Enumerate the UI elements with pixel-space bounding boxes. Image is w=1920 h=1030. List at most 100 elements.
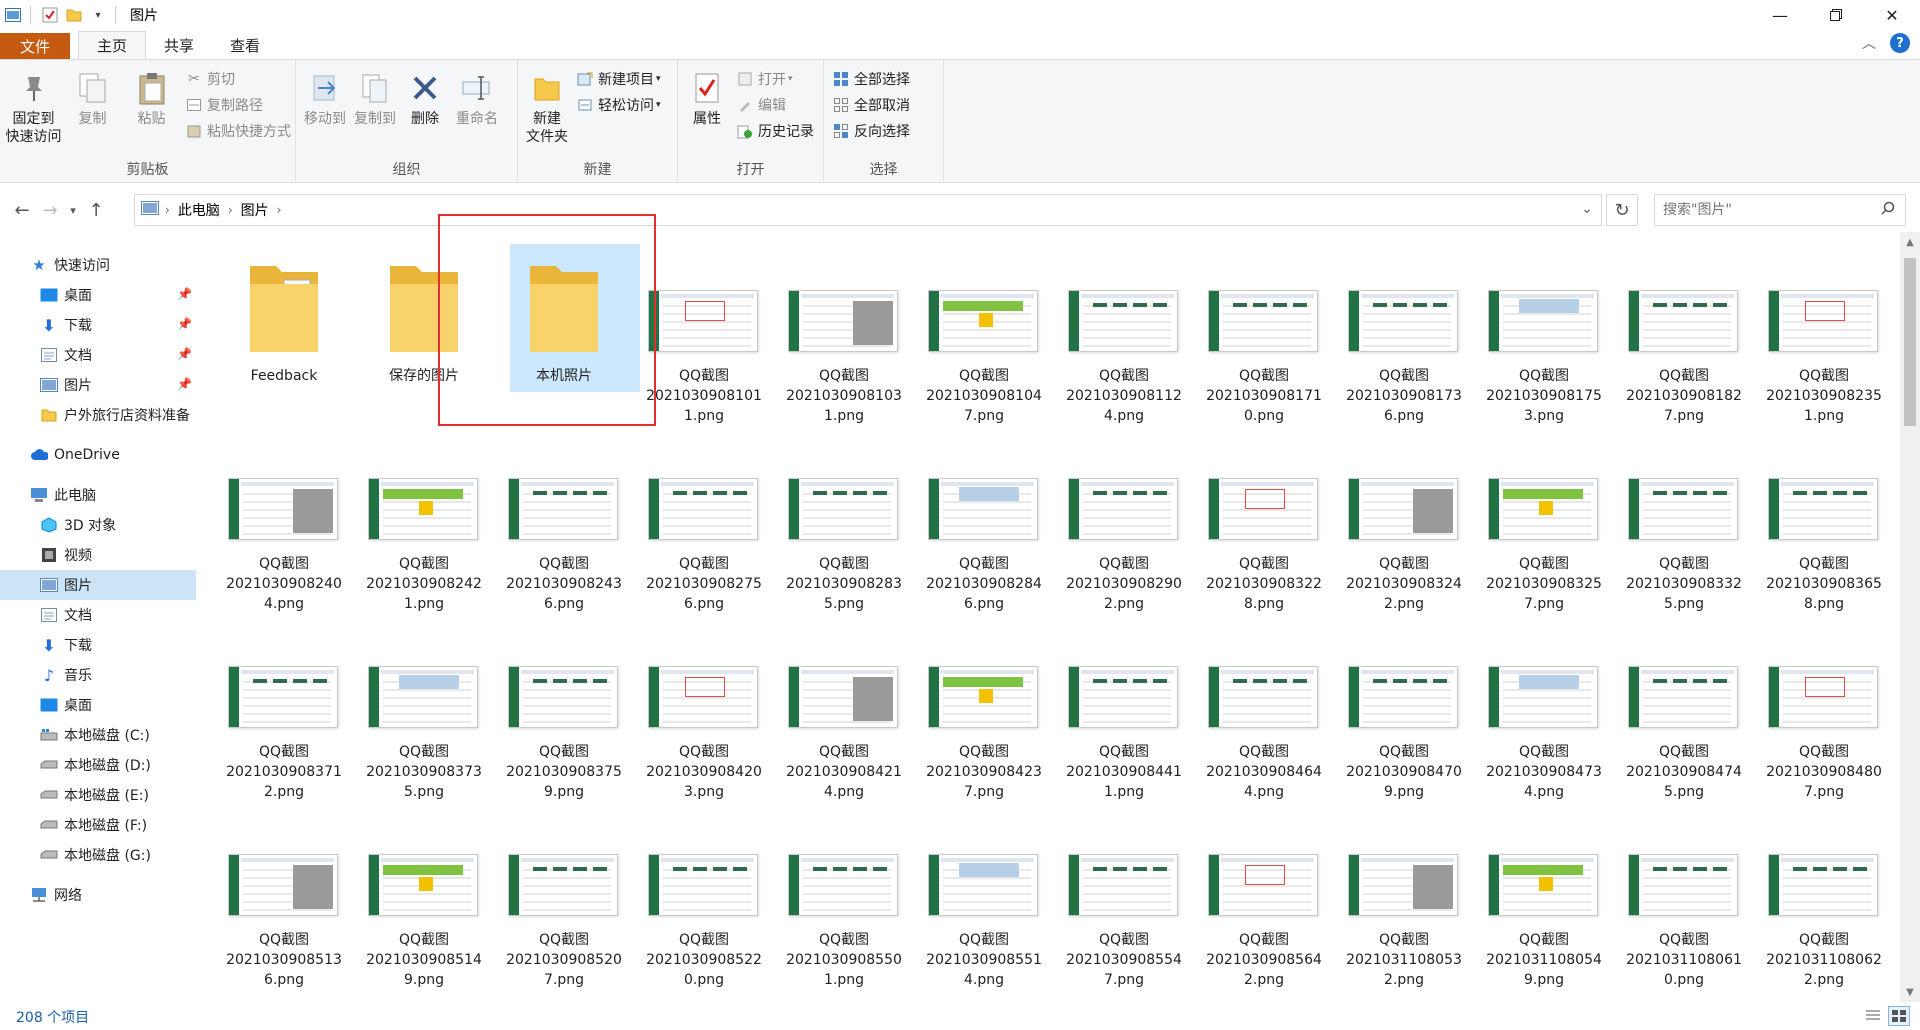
file-item[interactable]: QQ截图 2021030908275 6.png [634,432,774,620]
file-item[interactable]: QQ截图 2021030908171 0.png [1194,244,1334,432]
file-item[interactable]: QQ截图 2021030908371 2.png [214,620,354,808]
search-input[interactable] [1663,202,1863,218]
scrollbar-thumb[interactable] [1904,258,1916,426]
collapse-ribbon-icon[interactable]: ︿ [1862,33,1876,53]
nav-item-videos[interactable]: 视频 [0,540,196,570]
cut-button[interactable]: ✂ 剪切 [185,68,291,90]
back-button[interactable]: ← [8,195,36,225]
file-item[interactable]: QQ截图 2021030908240 4.png [214,432,354,620]
file-item[interactable]: QQ截图 2021030908522 0.png [634,808,774,996]
pin-icon[interactable]: 📌 [177,317,192,331]
file-item[interactable]: QQ截图 2021031108061 0.png [1614,808,1754,996]
file-item[interactable]: QQ截图 2021030908420 3.png [634,620,774,808]
tab-home[interactable]: 主页 [78,31,147,59]
vertical-scrollbar[interactable]: ▲ ▼ [1900,232,1920,1002]
open-button[interactable]: 打开 ▾ [736,68,814,90]
file-item[interactable]: QQ截图 2021030908551 4.png [914,808,1054,996]
file-item[interactable]: QQ截图 2021030908520 7.png [494,808,634,996]
tab-share[interactable]: 共享 [146,31,212,59]
nav-item-drive-f[interactable]: 本地磁盘 (F:) [0,810,196,840]
file-item[interactable]: QQ截图 2021030908564 2.png [1194,808,1334,996]
details-view-button[interactable] [1862,1006,1884,1026]
nav-item-downloads[interactable]: ⬇ 下载 📌 [0,310,196,340]
scroll-down-arrow-icon[interactable]: ▼ [1900,982,1920,1002]
properties-quick-icon[interactable] [39,4,61,26]
nav-onedrive[interactable]: OneDrive [0,440,196,470]
nav-item-documents[interactable]: 文档 📌 [0,340,196,370]
file-item[interactable]: QQ截图 2021030908175 3.png [1474,244,1614,432]
paste-shortcut-button[interactable]: 粘贴快捷方式 [185,120,291,142]
nav-item-3d-objects[interactable]: 3D 对象 [0,510,196,540]
search-box[interactable] [1654,194,1906,226]
file-item[interactable]: QQ截图 2021030908423 7.png [914,620,1054,808]
nav-item-pictures[interactable]: 图片 [0,570,196,600]
file-item[interactable]: QQ截图 2021030908322 8.png [1194,432,1334,620]
file-item[interactable]: QQ截图 2021030908421 4.png [774,620,914,808]
history-button[interactable]: 历史记录 [736,120,814,142]
refresh-button[interactable]: ↻ [1606,194,1638,226]
nav-item-drive-e[interactable]: 本地磁盘 (E:) [0,780,196,810]
nav-network[interactable]: 网络 [0,880,196,910]
forward-button[interactable]: → [36,195,64,225]
maximize-button[interactable] [1808,0,1864,30]
file-item[interactable]: QQ截图 2021030908373 5.png [354,620,494,808]
nav-item-pictures-quick[interactable]: 图片 📌 [0,370,196,400]
file-item[interactable]: QQ截图 2021031108062 2.png [1754,808,1894,996]
new-folder-quick-icon[interactable] [63,4,85,26]
folder-item[interactable]: 本机照片 [494,244,640,432]
file-item[interactable]: QQ截图 2021030908325 7.png [1474,432,1614,620]
file-item[interactable]: QQ截图 2021030908513 6.png [214,808,354,996]
file-item[interactable]: QQ截图 2021030908173 6.png [1334,244,1474,432]
file-item[interactable]: QQ截图 2021030908365 8.png [1754,432,1894,620]
file-item[interactable]: QQ截图 2021030908464 4.png [1194,620,1334,808]
tab-view[interactable]: 查看 [212,31,278,59]
address-bar[interactable]: › 此电脑 › 图片 › ⌄ [134,194,1602,226]
file-item[interactable]: QQ截图 2021030908104 7.png [914,244,1054,432]
edit-button[interactable]: 编辑 [736,94,814,116]
scroll-up-arrow-icon[interactable]: ▲ [1900,232,1920,252]
nav-item-drive-d[interactable]: 本地磁盘 (D:) [0,750,196,780]
file-item[interactable]: QQ截图 2021030908332 5.png [1614,432,1754,620]
nav-item-downloads-pc[interactable]: ⬇ 下载 [0,630,196,660]
file-item[interactable]: QQ截图 2021030908283 5.png [774,432,914,620]
file-item[interactable]: QQ截图 2021030908514 9.png [354,808,494,996]
nav-item-drive-c[interactable]: 本地磁盘 (C:) [0,720,196,750]
file-item[interactable]: QQ截图 2021030908235 1.png [1754,244,1894,432]
nav-this-pc[interactable]: 此电脑 [0,480,196,510]
folder-item[interactable]: 保存的图片 [354,244,494,432]
file-item[interactable]: QQ截图 2021030908112 4.png [1054,244,1194,432]
file-item[interactable]: QQ截图 2021030908473 4.png [1474,620,1614,808]
nav-item-desktop-pc[interactable]: 桌面 [0,690,196,720]
folder-item[interactable]: Feedback [214,244,354,432]
file-item[interactable]: QQ截图 2021030908182 7.png [1614,244,1754,432]
pin-icon[interactable]: 📌 [177,287,192,301]
file-item[interactable]: QQ截图 2021030908480 7.png [1754,620,1894,808]
nav-quick-access[interactable]: ★ 快速访问 [0,250,196,280]
select-all-button[interactable]: 全部选择 [832,68,910,90]
close-button[interactable]: ✕ [1864,0,1920,30]
file-item[interactable]: QQ截图 2021030908554 7.png [1054,808,1194,996]
minimize-button[interactable]: — [1752,0,1808,30]
up-button[interactable]: ↑ [82,195,110,225]
customize-dropdown-icon[interactable]: ▾ [87,4,109,26]
explorer-icon[interactable] [2,4,24,26]
file-item[interactable]: QQ截图 2021030908441 1.png [1054,620,1194,808]
nav-item-drive-g[interactable]: 本地磁盘 (G:) [0,840,196,870]
search-icon[interactable] [1881,201,1895,219]
file-item[interactable]: QQ截图 2021030908290 2.png [1054,432,1194,620]
file-item[interactable]: QQ截图 2021030908101 1.png [634,244,774,432]
easy-access-button[interactable]: 轻松访问 ▾ [576,94,661,116]
pin-icon[interactable]: 📌 [177,347,192,361]
pin-icon[interactable]: 📌 [177,377,192,391]
nav-item-travel-folder[interactable]: 户外旅行店资料准备 [0,400,196,430]
file-item[interactable]: QQ截图 2021031108053 2.png [1334,808,1474,996]
file-item[interactable]: QQ截图 2021030908243 6.png [494,432,634,620]
file-item[interactable]: QQ截图 2021030908103 1.png [774,244,914,432]
file-item[interactable]: QQ截图 2021030908550 1.png [774,808,914,996]
help-icon[interactable]: ? [1890,33,1910,53]
copy-path-button[interactable]: 复制路径 [185,94,291,116]
nav-item-documents-pc[interactable]: 文档 [0,600,196,630]
large-icons-view-button[interactable] [1888,1006,1910,1026]
file-item[interactable]: QQ截图 2021030908474 5.png [1614,620,1754,808]
address-dropdown-icon[interactable]: ⌄ [1581,201,1593,217]
